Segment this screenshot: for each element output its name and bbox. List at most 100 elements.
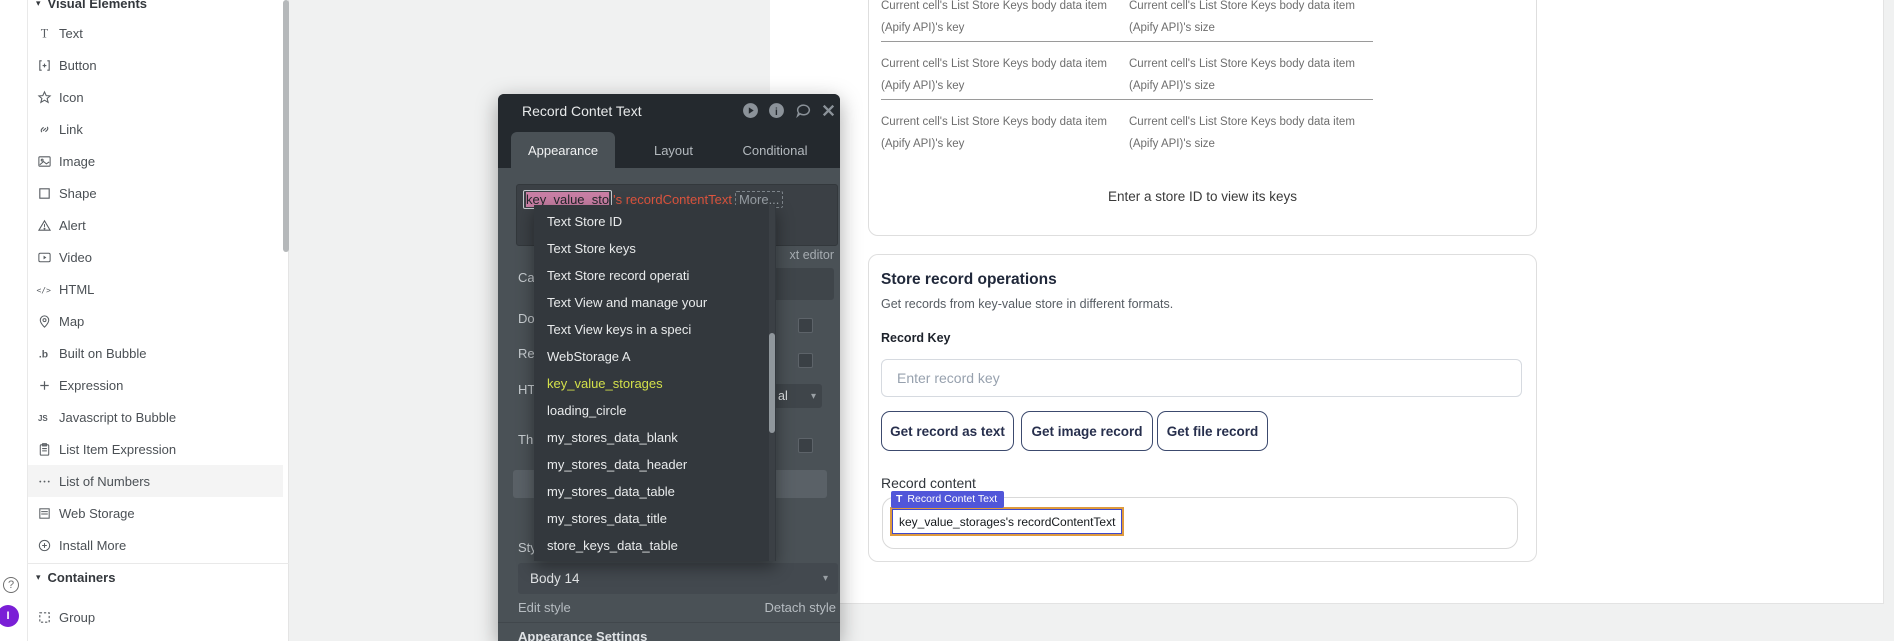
property-editor-panel: Record Contet Text i Appearance Layout C… xyxy=(498,94,840,641)
sidebar-item-video[interactable]: Video xyxy=(28,241,283,273)
store-keys-table-card: Current cell's List Store Keys body data… xyxy=(868,0,1537,236)
dropdown-item[interactable]: Text Store keys xyxy=(534,235,776,262)
table-cell-size: Current cell's List Store Keys body data… xyxy=(1129,53,1369,97)
help-icon[interactable]: ? xyxy=(3,577,19,593)
sidebar-item-built-on-bubble[interactable]: .b Built on Bubble xyxy=(28,337,283,369)
table-cell-size: Current cell's List Store Keys body data… xyxy=(1129,111,1369,155)
sidebar-item-install-more[interactable]: Install More xyxy=(28,529,283,561)
sidebar-item-shape[interactable]: Shape xyxy=(28,177,283,209)
plus-icon xyxy=(36,377,52,393)
section-label: Visual Elements xyxy=(48,0,147,11)
sidebar-item-html[interactable]: </> HTML xyxy=(28,273,283,305)
sidebar-item-button[interactable]: Button xyxy=(28,49,283,81)
chevron-down-icon: ▾ xyxy=(36,0,41,9)
get-record-as-text-button[interactable]: Get record as text xyxy=(881,411,1014,451)
sidebar-item-group[interactable]: Group xyxy=(28,601,283,633)
sidebar-divider xyxy=(28,563,289,564)
sidebar-item-javascript-to-bubble[interactable]: JS Javascript to Bubble xyxy=(28,401,283,433)
field-label-fragment: Do xyxy=(518,311,535,326)
dropdown-item[interactable]: WebStorage A xyxy=(534,343,776,370)
dropdown-item[interactable]: Text View keys in a speci xyxy=(534,316,776,343)
dropdown-item[interactable]: my_stores_data_blank xyxy=(534,424,776,451)
design-canvas-page: Current cell's List Store Keys body data… xyxy=(770,0,1884,604)
elements-sidebar: ▾ Visual Elements T Text Button Icon Lin… xyxy=(28,0,289,641)
dropdown-item[interactable]: Text Store ID xyxy=(534,208,776,235)
sidebar-item-icon[interactable]: Icon xyxy=(28,81,283,113)
sidebar-scrollbar[interactable] xyxy=(283,0,289,252)
sidebar-item-label: Text xyxy=(59,26,83,41)
table-cell-key: Current cell's List Store Keys body data… xyxy=(881,53,1121,97)
clipboard-icon xyxy=(36,441,52,457)
sidebar-item-label: Alert xyxy=(59,218,86,233)
alert-icon xyxy=(36,217,52,233)
group-icon xyxy=(36,609,52,625)
html-tag-select[interactable]: al ▾ xyxy=(772,384,822,408)
dropdown-item[interactable]: loading_circle xyxy=(534,397,776,424)
checkbox[interactable] xyxy=(798,318,813,333)
sidebar-item-link[interactable]: Link xyxy=(28,113,283,145)
video-icon xyxy=(36,249,52,265)
dropdown-item[interactable]: store_keys_data_table xyxy=(534,532,776,559)
svg-text:.b: .b xyxy=(38,349,47,360)
edit-style-link[interactable]: Edit style xyxy=(518,600,571,615)
field-label-fragment: Re xyxy=(518,346,535,361)
sidebar-item-label: Image xyxy=(59,154,95,169)
get-image-record-button[interactable]: Get image record xyxy=(1021,411,1153,451)
panel-header[interactable]: Record Contet Text i xyxy=(498,94,840,128)
tab-appearance[interactable]: Appearance xyxy=(511,132,615,168)
install-more-icon xyxy=(36,537,52,553)
checkbox[interactable] xyxy=(798,353,813,368)
tab-layout[interactable]: Layout xyxy=(645,132,702,168)
record-content-label: Record content xyxy=(881,475,976,491)
selected-text-element[interactable]: key_value_storages's recordContentText xyxy=(892,509,1122,534)
sidebar-item-list-of-numbers[interactable]: List of Numbers xyxy=(28,465,283,497)
info-icon[interactable]: i xyxy=(768,102,786,120)
dropdown-item[interactable]: my_stores_data_table xyxy=(534,478,776,505)
sidebar-item-alert[interactable]: Alert xyxy=(28,209,283,241)
panel-title: Record Contet Text xyxy=(522,103,642,119)
sidebar-item-list-item-expression[interactable]: List Item Expression xyxy=(28,433,283,465)
record-key-input[interactable] xyxy=(881,359,1522,397)
table-row-divider xyxy=(881,41,1373,42)
tab-conditional[interactable]: Conditional xyxy=(735,132,815,168)
detach-style-link[interactable]: Detach style xyxy=(764,600,836,615)
table-cell-size: Current cell's List Store Keys body data… xyxy=(1129,0,1369,39)
close-icon[interactable] xyxy=(820,102,838,120)
preview-play-icon[interactable] xyxy=(742,102,760,120)
card-title: Store record operations xyxy=(881,271,1057,289)
section-header-containers[interactable]: ▾ Containers xyxy=(36,568,115,586)
intercom-messenger-icon[interactable]: I xyxy=(0,605,19,627)
bubble-icon: .b xyxy=(36,345,52,361)
svg-text:i: i xyxy=(775,107,778,118)
dropdown-item[interactable]: my_stores_data_title xyxy=(534,505,776,532)
sidebar-item-label: Map xyxy=(59,314,84,329)
style-select[interactable]: Body 14 ▾ xyxy=(518,563,838,594)
sidebar-item-label: Expression xyxy=(59,378,123,393)
section-header-visual-elements[interactable]: ▾ Visual Elements xyxy=(36,0,147,12)
rich-text-editor-link[interactable]: xt editor xyxy=(790,248,834,262)
dropdown-scrollbar-thumb[interactable] xyxy=(769,333,775,433)
selected-element-badge-label: Record Contet Text xyxy=(907,493,997,505)
sidebar-item-map[interactable]: Map xyxy=(28,305,283,337)
section-label: Containers xyxy=(48,570,116,585)
dropdown-item[interactable]: my_stores_data_header xyxy=(534,451,776,478)
sidebar-item-text[interactable]: T Text xyxy=(28,17,283,49)
store-record-operations-card: Store record operations Get records from… xyxy=(868,254,1537,562)
map-pin-icon xyxy=(36,313,52,329)
sidebar-item-repeating-group[interactable]: Repeating Group xyxy=(28,633,283,641)
appearance-settings-header: Appearance Settings xyxy=(518,629,647,641)
image-icon xyxy=(36,153,52,169)
sidebar-item-image[interactable]: Image xyxy=(28,145,283,177)
sidebar-item-web-storage[interactable]: Web Storage xyxy=(28,497,283,529)
sidebar-item-expression[interactable]: Expression xyxy=(28,369,283,401)
dropdown-item[interactable]: Text View and manage your xyxy=(534,289,776,316)
comment-icon[interactable] xyxy=(795,102,813,120)
checkbox[interactable] xyxy=(798,438,813,453)
sidebar-item-label: Link xyxy=(59,122,83,137)
dropdown-item[interactable]: Text Store record operati xyxy=(534,262,776,289)
sidebar-item-label: Built on Bubble xyxy=(59,346,146,361)
dropdown-item-highlighted[interactable]: key_value_storages xyxy=(534,370,776,397)
field-label-fragment: Ca xyxy=(518,270,535,285)
table-cell-key: Current cell's List Store Keys body data… xyxy=(881,111,1121,155)
get-file-record-button[interactable]: Get file record xyxy=(1157,411,1268,451)
